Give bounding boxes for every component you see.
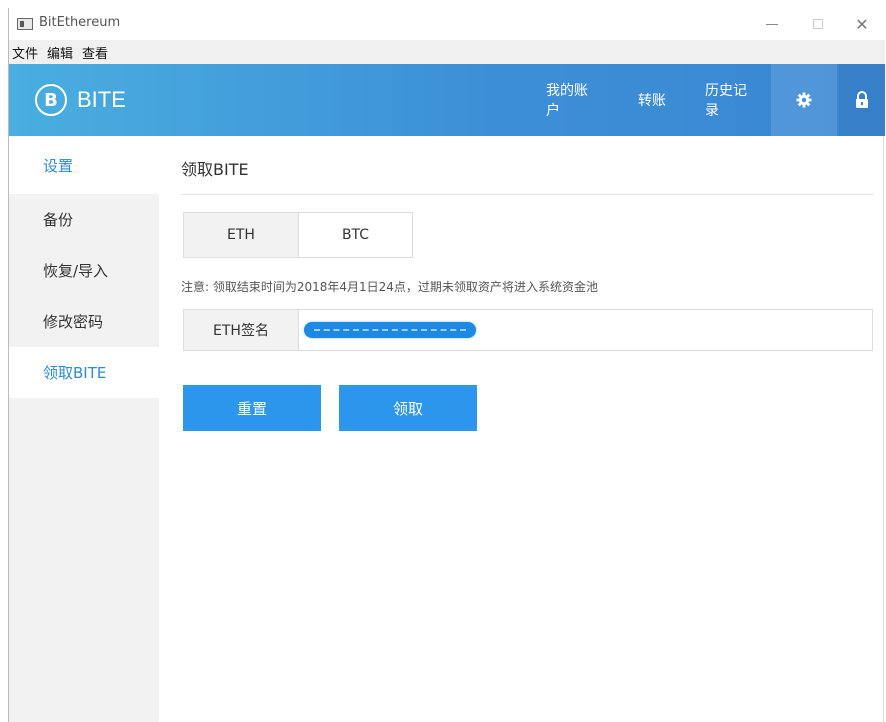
nav-history[interactable]: 历史记录 [689, 64, 769, 136]
menu-bar: 文件 编辑 查看 [9, 40, 885, 64]
menu-view[interactable]: 查看 [82, 43, 108, 62]
maximize-icon [813, 19, 823, 29]
sidebar-item-claim-bite[interactable]: 领取BITE [9, 347, 159, 398]
tab-eth[interactable]: ETH [184, 213, 298, 257]
logo-text: BITE [77, 87, 126, 112]
lock-icon [855, 91, 869, 109]
maximize-button[interactable] [795, 8, 841, 40]
sidebar-item-restore-import[interactable]: 恢复/导入 [9, 245, 159, 296]
nav-settings[interactable] [771, 64, 837, 136]
tab-btc[interactable]: BTC [298, 213, 412, 257]
deadline-notice: 注意: 领取结束时间为2018年4月1日24点，过期未领取资产将进入系统资金池 [181, 280, 598, 294]
nav-my-account[interactable]: 我的账户 [530, 64, 610, 136]
menu-edit[interactable]: 编辑 [47, 43, 73, 62]
top-header: B BITE 我的账户 转账 历史记录 [9, 64, 885, 136]
sidebar: 设置 备份 恢复/导入 修改密码 领取BITE [9, 136, 159, 722]
sidebar-item-change-password[interactable]: 修改密码 [9, 296, 159, 347]
logo-mark: B [35, 84, 67, 116]
minimize-button[interactable] [749, 8, 795, 40]
window-title: BitEthereum [39, 15, 121, 30]
signature-label: ETH签名 [184, 310, 299, 350]
logo: B BITE [35, 84, 126, 116]
signature-row: ETH签名 [183, 309, 873, 351]
app-icon [17, 18, 33, 30]
nav-transfer[interactable]: 转账 [617, 64, 687, 136]
gear-icon [796, 92, 812, 108]
claim-button[interactable]: 领取 [339, 385, 477, 431]
divider [181, 194, 873, 195]
title-bar: BitEthereum ✕ [9, 8, 885, 40]
menu-file[interactable]: 文件 [12, 43, 38, 62]
reset-button[interactable]: 重置 [183, 385, 321, 431]
sidebar-item-settings[interactable]: 设置 [9, 136, 159, 194]
close-button[interactable]: ✕ [839, 8, 885, 40]
signature-redaction [304, 322, 476, 338]
minimize-icon [766, 23, 778, 25]
currency-tabs: ETH BTC [183, 212, 413, 258]
app-window: BitEthereum ✕ 文件 编辑 查看 B BITE 我的账户 转账 历史… [8, 8, 885, 722]
sidebar-item-backup[interactable]: 备份 [9, 194, 159, 245]
close-icon: ✕ [855, 14, 869, 34]
page-title: 领取BITE [181, 160, 249, 179]
nav-lock[interactable] [839, 64, 885, 136]
